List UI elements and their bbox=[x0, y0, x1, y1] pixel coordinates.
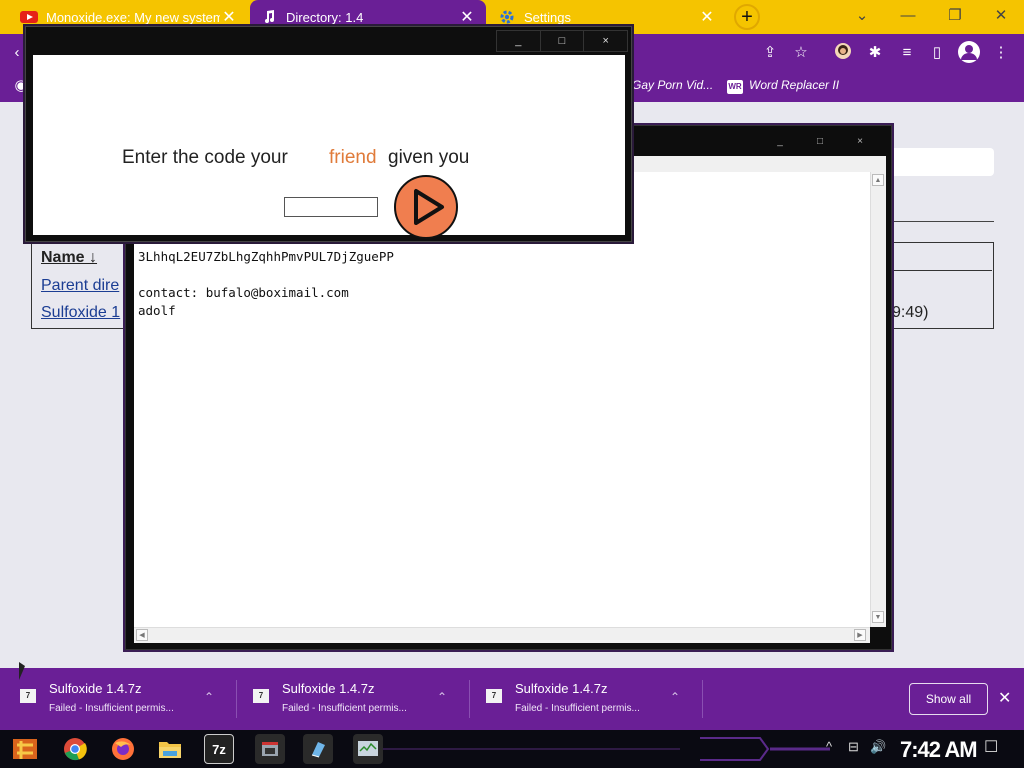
scroll-left-icon[interactable]: ◀ bbox=[136, 629, 148, 641]
7zip-file-icon: 7 bbox=[253, 689, 269, 703]
menu-icon[interactable]: ⋮ bbox=[990, 42, 1012, 64]
play-icon bbox=[414, 189, 444, 225]
divider bbox=[702, 680, 703, 718]
share-icon[interactable]: ⇪ bbox=[759, 42, 781, 64]
download-item[interactable]: 7 Sulfoxide 1.4.7z Failed - Insufficient… bbox=[233, 668, 463, 730]
download-name: Sulfoxide 1.4.7z bbox=[49, 681, 142, 696]
tab-close-icon[interactable]: ✕ bbox=[698, 7, 716, 27]
7zip-file-icon: 7 bbox=[486, 689, 502, 703]
7zip-file-icon: 7 bbox=[20, 689, 36, 703]
code-input[interactable] bbox=[284, 197, 378, 217]
download-name: Sulfoxide 1.4.7z bbox=[282, 681, 375, 696]
notepad-maximize-button[interactable]: □ bbox=[800, 136, 840, 150]
star-icon[interactable]: ☆ bbox=[790, 42, 812, 64]
7zip-icon[interactable]: 7z bbox=[204, 734, 234, 764]
dialog-maximize-button[interactable]: □ bbox=[539, 31, 584, 51]
downloads-shelf: 7 Sulfoxide 1.4.7z Failed - Insufficient… bbox=[0, 668, 1024, 730]
download-status: Failed - Insufficient permis... bbox=[49, 703, 174, 714]
tab-search-chevron-icon[interactable]: ⌄ bbox=[842, 4, 882, 28]
clock[interactable]: 7:42 AM bbox=[900, 737, 978, 763]
scroll-up-icon[interactable]: ▲ bbox=[872, 174, 884, 186]
notepad-minimize-button[interactable]: _ bbox=[760, 136, 800, 150]
chevron-up-icon[interactable]: ⌃ bbox=[437, 690, 447, 704]
text-line: 3LhhqL2EU7ZbLhgZqhhPmvPUL7DjZguePP bbox=[138, 249, 394, 264]
music-note-icon bbox=[260, 8, 278, 26]
play-button[interactable] bbox=[394, 175, 458, 239]
download-status: Failed - Insufficient permis... bbox=[282, 703, 407, 714]
vertical-scrollbar[interactable]: ▲ ▼ bbox=[870, 172, 886, 627]
tray-chevron-icon[interactable]: ^ bbox=[826, 739, 832, 754]
dialog-window-controls: _ □ × bbox=[496, 30, 628, 52]
tab-title: Monoxide.exe: My new system bbox=[46, 9, 220, 25]
window-minimize-button[interactable]: — bbox=[888, 4, 928, 28]
window-restore-button[interactable]: ❐ bbox=[935, 4, 975, 28]
bookmark-gay-porn-vid[interactable]: Gay Porn Vid... bbox=[632, 78, 713, 92]
bookmark-word-replacer[interactable]: WR Word Replacer II bbox=[727, 78, 839, 94]
prompt-accent-text: friend bbox=[329, 147, 377, 168]
code-entry-dialog[interactable]: _ □ × Enter the code your friend given y… bbox=[25, 26, 632, 242]
dialog-body: Enter the code your friend given you bbox=[33, 55, 625, 239]
show-all-button[interactable]: Show all bbox=[909, 683, 988, 715]
folder-icon[interactable] bbox=[155, 734, 185, 764]
close-icon[interactable]: ✕ bbox=[998, 688, 1011, 708]
prompt-text-end: given you bbox=[388, 147, 470, 168]
chevron-up-icon[interactable]: ⌃ bbox=[670, 690, 680, 704]
task-manager-icon[interactable] bbox=[353, 734, 383, 764]
chevron-up-icon[interactable]: ⌃ bbox=[204, 690, 214, 704]
horizontal-scrollbar[interactable]: ◀ ▶ bbox=[134, 627, 870, 643]
prompt-text: Enter the code your bbox=[122, 147, 288, 168]
gear-icon bbox=[498, 8, 516, 26]
profile-picture-icon[interactable] bbox=[832, 42, 854, 64]
window-close-button[interactable]: ✕ bbox=[981, 4, 1021, 28]
page-search-box[interactable] bbox=[886, 148, 994, 176]
text-line: adolf bbox=[138, 303, 176, 318]
app-window-icon[interactable] bbox=[255, 734, 285, 764]
bookmark-label: Gay Porn Vid... bbox=[632, 78, 714, 92]
download-name: Sulfoxide 1.4.7z bbox=[515, 681, 608, 696]
tab-title: Directory: 1.4 bbox=[286, 9, 364, 25]
scroll-right-icon[interactable]: ▶ bbox=[854, 629, 866, 641]
download-item[interactable]: 7 Sulfoxide 1.4.7z Failed - Insufficient… bbox=[466, 668, 696, 730]
chrome-icon[interactable] bbox=[60, 734, 90, 764]
firefox-icon[interactable] bbox=[108, 734, 138, 764]
new-tab-button[interactable]: + bbox=[734, 4, 760, 30]
tab-close-icon[interactable]: ✕ bbox=[220, 7, 238, 27]
sulfoxide-file-link[interactable]: Sulfoxide 1 bbox=[41, 304, 120, 322]
notepad-close-button[interactable]: × bbox=[840, 136, 880, 150]
extensions-icon[interactable]: ✱ bbox=[864, 42, 886, 64]
dialog-close-button[interactable]: × bbox=[583, 31, 627, 51]
name-column-header[interactable]: Name ↓ bbox=[41, 249, 97, 267]
tab-close-icon[interactable]: ✕ bbox=[458, 7, 476, 27]
volume-icon[interactable]: 🔊 bbox=[870, 739, 886, 755]
notifications-icon[interactable]: ☐ bbox=[984, 737, 998, 757]
word-replacer-icon: WR bbox=[727, 80, 743, 94]
profile-avatar-icon[interactable] bbox=[958, 41, 980, 63]
download-item[interactable]: 7 Sulfoxide 1.4.7z Failed - Insufficient… bbox=[0, 668, 230, 730]
text-line bbox=[138, 266, 878, 284]
network-icon[interactable]: ⊟ bbox=[848, 739, 859, 755]
7zip-label: 7z bbox=[212, 741, 226, 757]
download-status: Failed - Insufficient permis... bbox=[515, 703, 640, 714]
divider bbox=[886, 221, 994, 222]
text-line: contact: bufalo@boximail.com bbox=[138, 285, 349, 300]
scroll-down-icon[interactable]: ▼ bbox=[872, 611, 884, 623]
youtube-icon bbox=[20, 8, 38, 26]
side-panel-icon[interactable]: ▯ bbox=[926, 42, 948, 64]
notepad-icon[interactable] bbox=[303, 734, 333, 764]
file-date-partial: 9:49) bbox=[892, 304, 929, 321]
start-icon[interactable] bbox=[10, 734, 40, 764]
parent-directory-link[interactable]: Parent dire bbox=[41, 277, 119, 295]
header-divider bbox=[886, 270, 992, 271]
bookmark-label: Word Replacer II bbox=[749, 78, 840, 92]
tab-title: Settings bbox=[524, 9, 571, 25]
media-control-icon[interactable]: ≡ bbox=[896, 42, 918, 64]
taskbar: 7z ^ ⊟ 🔊 7:42 AM ☐ bbox=[0, 730, 1024, 768]
mouse-cursor-icon bbox=[19, 662, 25, 680]
dialog-minimize-button[interactable]: _ bbox=[497, 31, 540, 51]
